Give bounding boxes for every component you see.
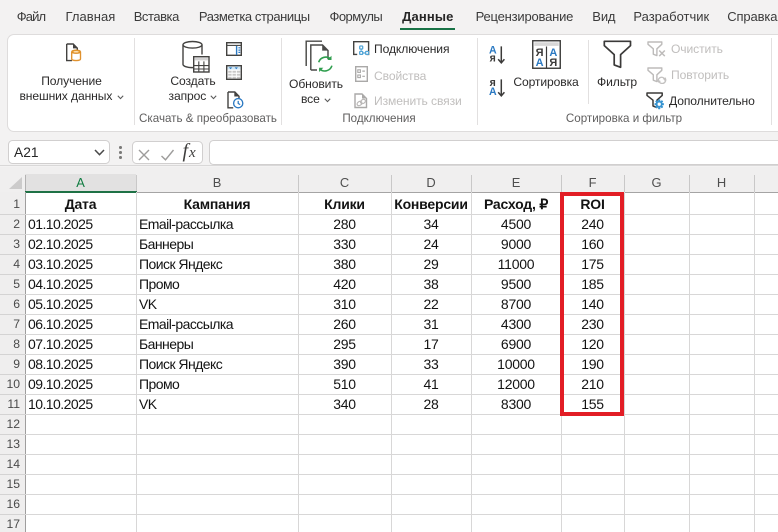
- svg-text:А: А: [535, 57, 543, 69]
- svg-text:Я: Я: [549, 57, 557, 69]
- svg-text:я: я: [490, 53, 496, 65]
- svg-text:А: А: [489, 86, 497, 98]
